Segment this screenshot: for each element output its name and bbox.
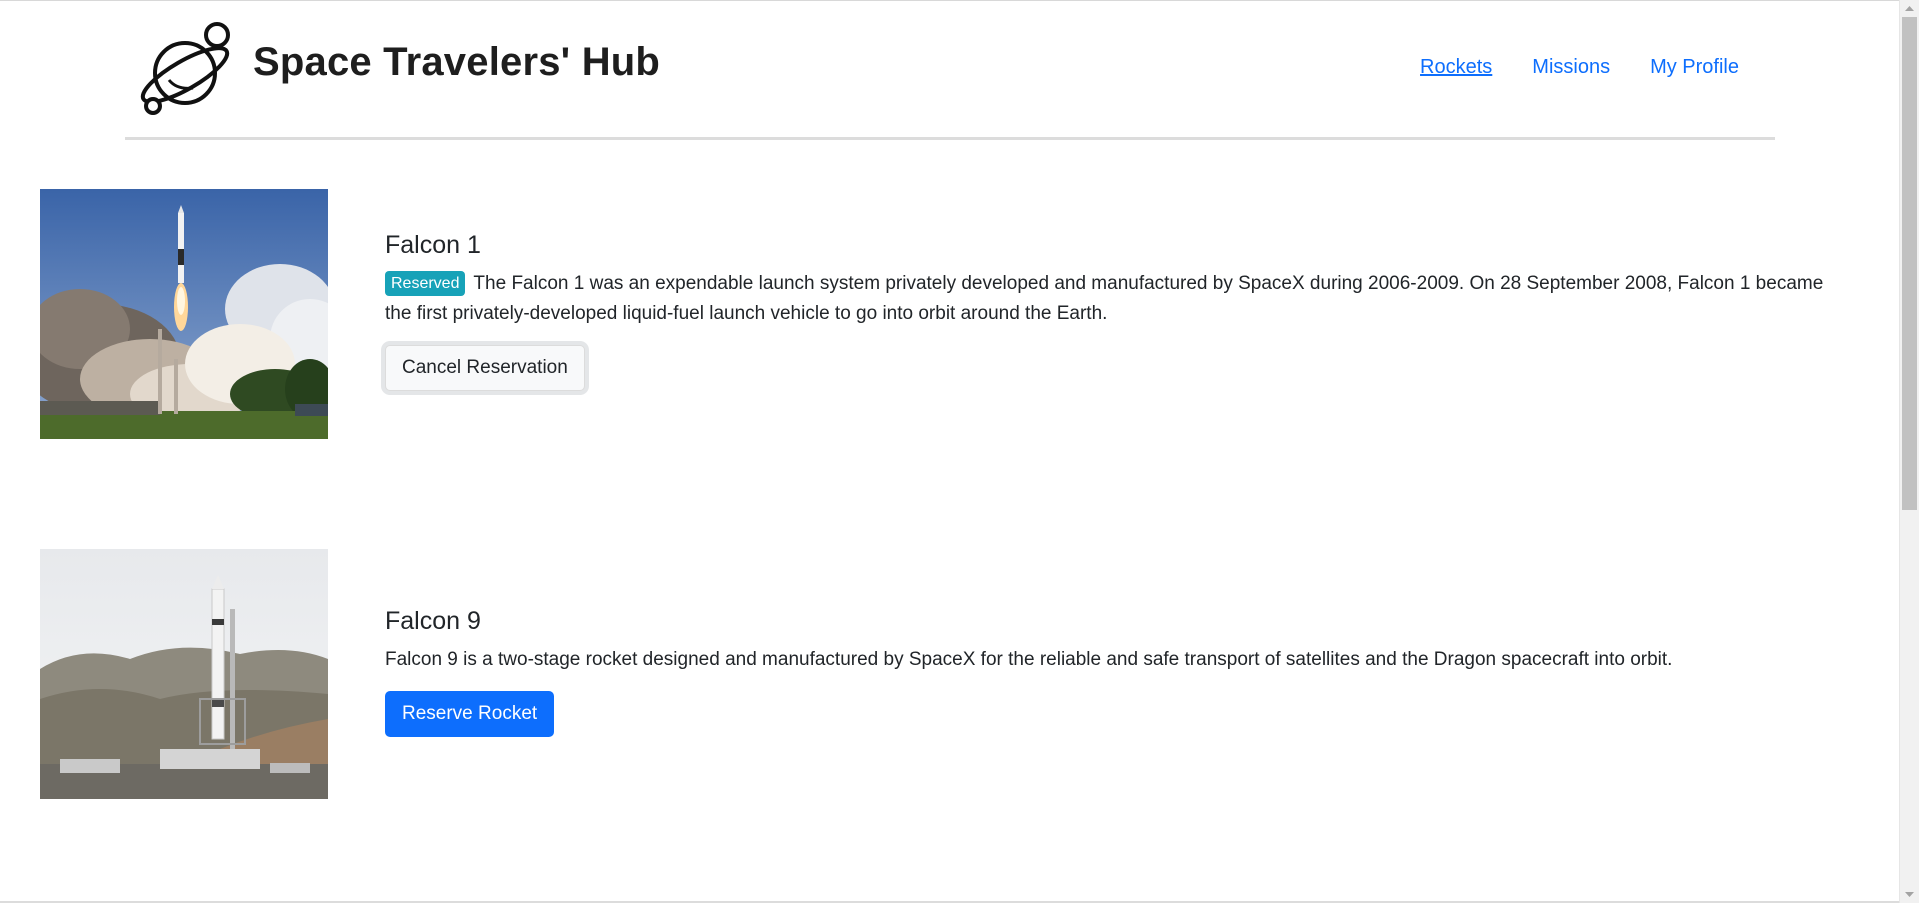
planet-icon	[140, 22, 230, 115]
rocket-details: Falcon 9 Falcon 9 is a two-stage rocket …	[385, 607, 1845, 737]
rocket-card: Falcon 9 Falcon 9 is a two-stage rocket …	[40, 549, 1820, 799]
nav-link-rockets[interactable]: Rockets	[1420, 56, 1492, 79]
rocket-description-text: The Falcon 1 was an expendable launch sy…	[385, 273, 1824, 324]
nav-link-my-profile[interactable]: My Profile	[1650, 56, 1739, 79]
main-nav: Rockets Missions My Profile	[1420, 56, 1739, 79]
reserved-badge: Reserved	[385, 271, 466, 296]
rocket-image	[40, 549, 328, 799]
site-title: Space Travelers' Hub	[253, 40, 661, 84]
rocket-name: Falcon 9	[385, 607, 481, 635]
site-header: Space Travelers' Hub Rockets Missions My…	[125, 0, 1775, 140]
vertical-scrollbar[interactable]	[1899, 0, 1919, 903]
scrollbar-thumb[interactable]	[1902, 17, 1917, 510]
scroll-down-arrow-icon[interactable]	[1900, 886, 1919, 903]
scroll-up-arrow-icon[interactable]	[1900, 0, 1919, 17]
rocket-details: Falcon 1 Reserved The Falcon 1 was an ex…	[385, 231, 1845, 391]
rocket-card: Falcon 1 Reserved The Falcon 1 was an ex…	[40, 189, 1823, 439]
reserve-rocket-button[interactable]: Reserve Rocket	[385, 691, 555, 737]
cancel-reservation-button[interactable]: Cancel Reservation	[385, 345, 585, 391]
rocket-description: Reserved The Falcon 1 was an expendable …	[385, 269, 1845, 329]
rocket-name: Falcon 1	[385, 231, 481, 259]
nav-link-missions[interactable]: Missions	[1532, 56, 1610, 79]
page: Space Travelers' Hub Rockets Missions My…	[0, 0, 1900, 903]
rocket-image	[40, 189, 328, 439]
rocket-description: Falcon 9 is a two-stage rocket designed …	[385, 649, 1673, 670]
